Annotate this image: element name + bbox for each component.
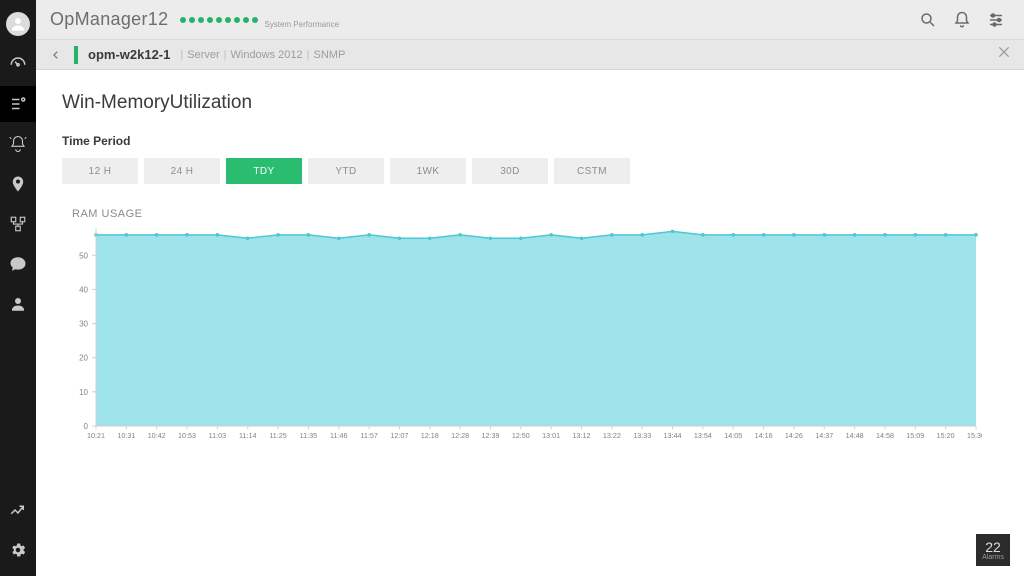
topbar: OpManager12 System Performance: [36, 0, 1024, 40]
period-ytd[interactable]: YTD: [308, 158, 384, 184]
svg-text:11:14: 11:14: [239, 431, 256, 440]
svg-text:14:37: 14:37: [815, 431, 833, 440]
bell-outline-icon: [9, 135, 27, 153]
period-24h[interactable]: 24 H: [144, 158, 220, 184]
svg-text:15:09: 15:09: [906, 431, 924, 440]
period-12h[interactable]: 12 H: [62, 158, 138, 184]
sidebar-item-reports[interactable]: [0, 492, 36, 528]
breadcrumb: opm-w2k12-1 | Server | Windows 2012 | SN…: [36, 40, 1024, 70]
svg-text:10:21: 10:21: [87, 431, 105, 440]
svg-text:12:28: 12:28: [451, 431, 469, 440]
svg-text:14:26: 14:26: [785, 431, 803, 440]
svg-text:0: 0: [84, 422, 89, 431]
svg-text:10:53: 10:53: [178, 431, 196, 440]
svg-text:15:20: 15:20: [937, 431, 955, 440]
svg-text:14:58: 14:58: [876, 431, 894, 440]
svg-text:11:35: 11:35: [300, 431, 317, 440]
svg-text:13:01: 13:01: [542, 431, 560, 440]
alarms-button[interactable]: 22 Alarms: [976, 534, 1010, 566]
brand-title: OpManager12: [50, 9, 168, 30]
search-button[interactable]: [914, 6, 942, 34]
alarms-label: Alarms: [982, 554, 1004, 561]
breadcrumb-accent: [74, 46, 78, 64]
filter-button[interactable]: [982, 6, 1010, 34]
sliders-icon: [987, 11, 1005, 29]
search-icon: [919, 11, 937, 29]
person-icon: [9, 295, 27, 313]
perf-dots: [180, 17, 258, 23]
svg-text:13:12: 13:12: [573, 431, 591, 440]
bell-icon: [953, 11, 971, 29]
sidebar-item-dashboard[interactable]: [0, 46, 36, 82]
svg-text:14:48: 14:48: [846, 431, 864, 440]
svg-text:11:25: 11:25: [269, 431, 286, 440]
svg-text:14:16: 14:16: [755, 431, 773, 440]
sidebar-item-profile[interactable]: [0, 6, 36, 42]
gauge-icon: [9, 55, 27, 73]
ram-usage-chart: 0102030405010:2110:3110:4210:5311:0311:1…: [62, 226, 982, 436]
sidebar-item-maps[interactable]: [0, 166, 36, 202]
breadcrumb-proto: SNMP: [314, 49, 346, 61]
period-30d[interactable]: 30D: [472, 158, 548, 184]
page-title: Win-MemoryUtilization: [62, 92, 998, 114]
list-check-icon: [9, 95, 27, 113]
time-period-label: Time Period: [62, 134, 998, 148]
svg-text:12:39: 12:39: [481, 431, 499, 440]
sidebar-item-user[interactable]: [0, 286, 36, 322]
perf-label: System Performance: [264, 20, 339, 29]
svg-text:13:22: 13:22: [603, 431, 621, 440]
sidebar-item-chat[interactable]: [0, 246, 36, 282]
svg-text:11:03: 11:03: [209, 431, 226, 440]
chevron-left-icon: [51, 50, 61, 60]
period-cstm[interactable]: CSTM: [554, 158, 630, 184]
svg-text:50: 50: [79, 251, 88, 260]
breadcrumb-type: Server: [187, 49, 219, 61]
svg-text:10: 10: [79, 388, 88, 397]
period-1wk[interactable]: 1WK: [390, 158, 466, 184]
breadcrumb-os: Windows 2012: [231, 49, 303, 61]
sidebar-item-alerts[interactable]: [0, 126, 36, 162]
sidebar-item-network[interactable]: [0, 206, 36, 242]
svg-text:12:18: 12:18: [421, 431, 439, 440]
close-icon: [996, 44, 1012, 60]
svg-text:12:50: 12:50: [512, 431, 530, 440]
svg-text:40: 40: [79, 285, 88, 294]
chat-icon: [9, 255, 27, 273]
svg-text:13:44: 13:44: [664, 431, 682, 440]
sidebar: [0, 0, 36, 576]
user-avatar-icon: [6, 12, 30, 36]
period-tabs: 12 H24 HTDYYTD1WK30DCSTM: [62, 158, 998, 184]
svg-text:13:33: 13:33: [633, 431, 651, 440]
svg-text:11:57: 11:57: [360, 431, 377, 440]
svg-text:12:07: 12:07: [390, 431, 408, 440]
map-pin-icon: [9, 175, 27, 193]
period-tdy[interactable]: TDY: [226, 158, 302, 184]
svg-text:10:31: 10:31: [117, 431, 135, 440]
svg-text:13:54: 13:54: [694, 431, 712, 440]
svg-text:20: 20: [79, 354, 88, 363]
growth-icon: [9, 501, 27, 519]
alarms-count: 22: [985, 540, 1001, 554]
sidebar-item-settings[interactable]: [0, 532, 36, 568]
gear-icon: [9, 541, 27, 559]
svg-text:15:30: 15:30: [967, 431, 982, 440]
svg-text:11:46: 11:46: [330, 431, 347, 440]
notifications-button[interactable]: [948, 6, 976, 34]
svg-text:14:05: 14:05: [724, 431, 742, 440]
back-button[interactable]: [48, 47, 64, 63]
content-area: Win-MemoryUtilization Time Period 12 H24…: [36, 70, 1024, 576]
network-icon: [9, 215, 27, 233]
svg-text:10:42: 10:42: [148, 431, 166, 440]
close-button[interactable]: [996, 44, 1012, 65]
svg-text:30: 30: [79, 320, 88, 329]
chart-title: RAM USAGE: [72, 208, 998, 220]
breadcrumb-host: opm-w2k12-1: [88, 47, 170, 62]
sidebar-item-list[interactable]: [0, 86, 36, 122]
